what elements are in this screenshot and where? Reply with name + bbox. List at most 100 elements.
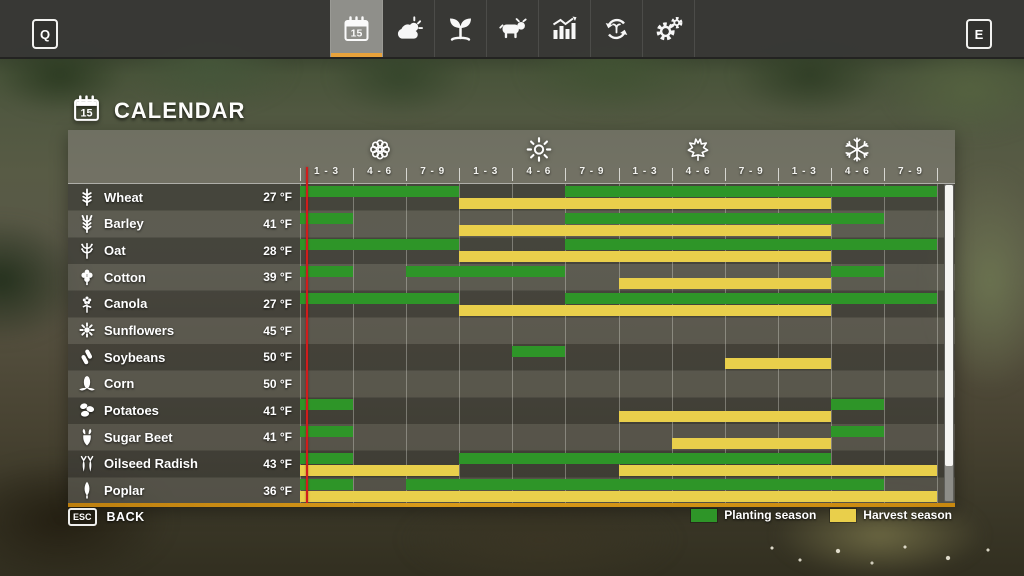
page-header: 15 CALENDAR: [72, 94, 245, 128]
calendar-icon: 15: [72, 94, 101, 128]
planting-bar: [831, 399, 884, 410]
tab-crops[interactable]: [435, 0, 487, 57]
germination-temperature: 36 °F: [263, 477, 292, 504]
column-tick: [778, 168, 779, 181]
svg-text:15: 15: [80, 107, 92, 119]
period-label: 4 - 6: [830, 166, 884, 177]
planting-bar: [406, 479, 884, 490]
season-spring-flower-icon: [366, 136, 394, 163]
calendar-panel: 1 - 34 - 67 - 91 - 34 - 67 - 91 - 34 - 6…: [68, 130, 955, 507]
planting-bar: [300, 239, 459, 250]
crop-season-cells: [300, 211, 937, 238]
crop-name: Soybeans: [104, 344, 165, 371]
period-label: 7 - 9: [565, 166, 619, 177]
harvest-bar: [300, 491, 937, 502]
crop-season-cells: [300, 477, 937, 504]
back-button-label: BACK: [107, 510, 145, 524]
period-label: 1 - 3: [459, 166, 513, 177]
tab-economy[interactable]: [539, 0, 591, 57]
crop-row-potatoes: Potatoes41 °F: [68, 397, 955, 424]
crop-row-oat: Oat28 °F: [68, 237, 955, 264]
back-control[interactable]: ESC BACK: [68, 508, 145, 526]
crop-name: Wheat: [104, 184, 143, 211]
legend-item: Harvest season: [830, 508, 952, 522]
column-tick: [406, 168, 407, 181]
crop-row-sunflowers: Sunflowers45 °F: [68, 317, 955, 344]
crop-season-cells: [300, 344, 937, 371]
tab-settings[interactable]: [643, 0, 695, 57]
period-label: 7 - 9: [406, 166, 460, 177]
planting-bar: [406, 266, 565, 277]
crop-season-cells: [300, 451, 937, 478]
column-tick: [619, 168, 620, 181]
crop-name: Corn: [104, 371, 134, 398]
weather-icon: [394, 15, 423, 43]
tab-calendar[interactable]: 15: [330, 0, 383, 57]
crop-season-cells: [300, 264, 937, 291]
legend: Planting season Harvest season: [68, 508, 952, 522]
tab-animals[interactable]: [487, 0, 539, 57]
calendar-icon: 15: [342, 15, 371, 43]
season-winter-snowflake-icon: [843, 136, 871, 163]
svg-text:15: 15: [351, 27, 363, 39]
germination-temperature: 28 °F: [263, 237, 292, 264]
germination-temperature: 45 °F: [263, 317, 292, 344]
column-tick: [725, 168, 726, 181]
scrollbar-thumb[interactable]: [945, 185, 953, 466]
harvest-bar: [725, 358, 831, 369]
column-tick: [565, 168, 566, 181]
crop-row-sugar-beet: Sugar Beet41 °F: [68, 424, 955, 451]
planting-bar: [831, 426, 884, 437]
column-tick: [459, 168, 460, 181]
planting-bar: [459, 453, 831, 464]
panel-bottom-accent: [68, 503, 955, 507]
game-screen: Q 15 E 15 CALENDAR 1 - 34 - 67 - 91 - 34…: [0, 0, 1024, 576]
corn-icon: [78, 375, 96, 393]
period-label: 4 - 6: [353, 166, 407, 177]
legend-item: Planting season: [691, 508, 816, 522]
harvest-bar: [672, 438, 831, 449]
column-tick: [353, 168, 354, 181]
harvest-bar: [459, 305, 831, 316]
germination-temperature: 27 °F: [263, 291, 292, 318]
period-label: 7 - 9: [883, 166, 937, 177]
planting-bar: [565, 293, 937, 304]
cotton-icon: [78, 268, 96, 286]
crop-season-cells: [300, 184, 937, 211]
oat-icon: [78, 241, 96, 259]
scrollbar[interactable]: [944, 184, 954, 502]
column-tick: [884, 168, 885, 181]
period-label: 4 - 6: [512, 166, 566, 177]
crop-name: Cotton: [104, 264, 146, 291]
crop-name: Oilseed Radish: [104, 451, 198, 478]
crop-season-cells: [300, 397, 937, 424]
crop-name: Barley: [104, 211, 144, 238]
oilseed-radish-icon: [78, 455, 96, 473]
sugar-beet-icon: [78, 428, 96, 446]
harvest-bar: [619, 278, 831, 289]
tab-strip: 15: [330, 0, 695, 57]
crop-name: Poplar: [104, 477, 144, 504]
next-page-key-hint[interactable]: E: [966, 19, 992, 49]
crop-row-poplar: Poplar 36 °F: [68, 477, 955, 504]
period-label: 4 - 6: [671, 166, 725, 177]
crop-name: Canola: [104, 291, 147, 318]
soybeans-icon: [78, 348, 96, 366]
germination-temperature: 50 °F: [263, 344, 292, 371]
crop-row-barley: Barley41 °F: [68, 211, 955, 238]
crop-season-cells: [300, 424, 937, 451]
canola-icon: [78, 295, 96, 313]
column-tick: [831, 168, 832, 181]
current-day-marker: [306, 167, 308, 503]
esc-key-badge[interactable]: ESC: [68, 508, 97, 526]
prev-page-key-hint[interactable]: Q: [32, 19, 58, 49]
planting-bar: [831, 266, 884, 277]
tab-rotation[interactable]: [591, 0, 643, 57]
period-label: 7 - 9: [724, 166, 778, 177]
crop-row-oilseed-radish: Oilseed Radish 43 °F: [68, 451, 955, 478]
cow-icon: [498, 15, 527, 43]
crop-season-cells: [300, 317, 937, 344]
tab-weather[interactable]: [383, 0, 435, 57]
page-title: CALENDAR: [114, 98, 245, 124]
germination-temperature: 43 °F: [263, 451, 292, 478]
